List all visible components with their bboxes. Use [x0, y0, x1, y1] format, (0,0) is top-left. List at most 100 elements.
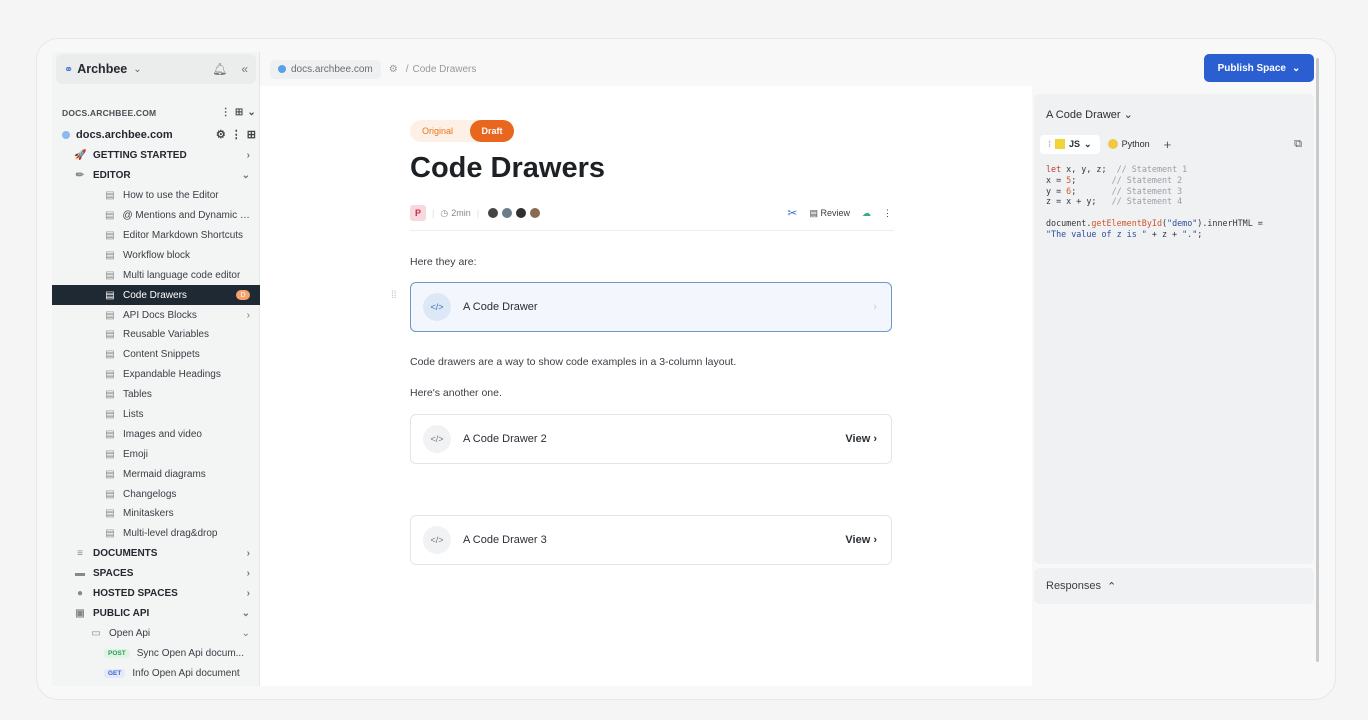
sidebar-item-label: Emoji: [123, 448, 149, 460]
drawer-title: A Code Drawer 3: [463, 534, 547, 546]
workspace-switcher[interactable]: ⚭ Archbee ⌄ 🔔︎ «: [56, 54, 256, 84]
add-icon[interactable]: ⊞: [247, 128, 256, 141]
sidebar-item-label: Workflow block: [123, 249, 191, 261]
sidebar-item[interactable]: ▤ API Docs Blocks ›: [52, 305, 260, 325]
avatar: [515, 207, 528, 219]
sidebar-item[interactable]: ▬ SPACES ›: [52, 564, 260, 584]
scrollbar[interactable]: [1316, 58, 1319, 662]
add-tab-icon[interactable]: +: [1164, 137, 1172, 152]
sidebar-item[interactable]: ▤ Reusable Variables: [52, 325, 260, 345]
sidebar-item-label: Lists: [123, 409, 144, 421]
sidebar-item[interactable]: ▤ Multi-level drag&drop: [52, 524, 260, 544]
sidebar-item[interactable]: ▭ Open Api ⌄: [52, 623, 260, 643]
sidebar-item[interactable]: ▤ Content Snippets: [52, 345, 260, 365]
tab-js[interactable]: ⁞ JS ⌄: [1040, 134, 1100, 154]
drag-handle-icon[interactable]: ⁞⁞: [391, 290, 397, 301]
sidebar-item[interactable]: ▣ PUBLIC API ⌄: [52, 603, 260, 623]
workspace-header: DOCS.ARCHBEE.COM ⋮ ⊞ ⌄: [62, 107, 256, 118]
page-icon: ▤: [105, 389, 115, 401]
review-button[interactable]: ▤ Review: [809, 208, 850, 219]
section-icon: ▭: [91, 627, 101, 639]
gear-icon[interactable]: ⚙: [389, 64, 398, 75]
page-icon: ▤: [105, 428, 115, 440]
intro-text[interactable]: Here they are:: [410, 256, 477, 268]
sidebar-item[interactable]: ▤ How to use the Editor: [52, 186, 260, 206]
sidebar-item[interactable]: ▤ Emoji: [52, 444, 260, 464]
collapse-sidebar-icon[interactable]: «: [241, 62, 248, 76]
sidebar-item[interactable]: 🚀 GETTING STARTED ›: [52, 146, 260, 166]
chevron-right-icon[interactable]: ›: [247, 548, 250, 559]
code-drawer-3[interactable]: </> A Code Drawer 3 View ›: [410, 515, 892, 565]
section-icon: ✏: [75, 170, 85, 182]
publish-space-button[interactable]: Publish Space ⌄: [1204, 54, 1314, 82]
section-icon: 🚀: [74, 150, 87, 162]
chevron-down-icon[interactable]: ⌄: [242, 628, 250, 639]
chevron-down-icon[interactable]: ⌄: [242, 608, 250, 619]
sidebar-item[interactable]: ▤ Images and video: [52, 424, 260, 444]
more-icon[interactable]: ⋮: [231, 128, 242, 141]
site-breadcrumb[interactable]: docs.archbee.com: [270, 59, 381, 79]
code-panel: A Code Drawer ⌄ ⁞ JS ⌄ Python + ⧉ let x,…: [1034, 94, 1314, 564]
sidebar-item[interactable]: ▤ @ Mentions and Dynamic Li...: [52, 206, 260, 226]
sidebar-item[interactable]: ▤ Minitaskers: [52, 504, 260, 524]
magic-tools-icon[interactable]: ✂: [787, 206, 797, 220]
sidebar-item-label: EDITOR: [93, 170, 131, 182]
sidebar: ⚭ Archbee ⌄ 🔔︎ « DOCS.ARCHBEE.COM ⋮ ⊞ ⌄ …: [52, 52, 260, 686]
tab-python[interactable]: Python: [1100, 135, 1158, 153]
bell-icon[interactable]: 🔔︎: [212, 62, 227, 76]
chevron-right-icon[interactable]: ›: [247, 568, 250, 579]
status-toggle[interactable]: Original Draft: [410, 120, 514, 142]
site-dot-icon: [62, 130, 70, 139]
code-panel-title[interactable]: A Code Drawer ⌄: [1046, 108, 1133, 121]
status-draft[interactable]: Draft: [470, 120, 514, 142]
view-button[interactable]: View ›: [845, 534, 877, 546]
contributors[interactable]: [487, 207, 542, 219]
view-button[interactable]: View ›: [845, 433, 877, 445]
gear-icon[interactable]: ⚙: [216, 128, 226, 141]
sidebar-item[interactable]: ▤ Mermaid diagrams: [52, 464, 260, 484]
sidebar-item-label: GETTING STARTED: [93, 150, 187, 162]
chevron-right-icon[interactable]: ›: [247, 310, 250, 321]
drawer-title: A Code Drawer: [463, 301, 538, 313]
status-original[interactable]: Original: [410, 126, 453, 136]
chevron-right-icon[interactable]: ›: [247, 150, 250, 161]
paragraph[interactable]: Code drawers are a way to show code exam…: [410, 356, 736, 368]
code-block[interactable]: let x, y, z; // Statement 1 x = 5; // St…: [1046, 164, 1263, 240]
sidebar-item[interactable]: ▤ Lists: [52, 405, 260, 425]
sidebar-item[interactable]: ✏ EDITOR ⌄: [52, 166, 260, 186]
sidebar-item[interactable]: POST Sync Open Api docum...: [52, 643, 260, 663]
page-icon: ▤: [105, 309, 115, 321]
copy-icon[interactable]: ⧉: [1294, 138, 1302, 151]
sidebar-item[interactable]: ▤ Code Drawers D: [52, 285, 260, 306]
sidebar-item-label: PUBLIC API: [93, 607, 150, 619]
chevron-down-icon[interactable]: ⌄: [247, 107, 256, 118]
sidebar-item[interactable]: ▤ Tables: [52, 385, 260, 405]
site-row[interactable]: docs.archbee.com ⚙ ⋮ ⊞: [62, 128, 256, 141]
page-title[interactable]: Code Drawers: [410, 152, 605, 185]
add-icon[interactable]: ⊞: [235, 107, 244, 118]
sidebar-item[interactable]: ≡ DOCUMENTS ›: [52, 544, 260, 564]
sidebar-item[interactable]: ▤ Changelogs: [52, 484, 260, 504]
sidebar-item[interactable]: ● HOSTED SPACES ›: [52, 584, 260, 604]
page-icon: ▤: [105, 269, 115, 281]
more-icon[interactable]: ⋮: [221, 107, 231, 118]
sidebar-item[interactable]: GET Info Open Api document: [52, 663, 260, 683]
sidebar-item-label: Images and video: [123, 428, 202, 440]
more-icon[interactable]: ⋮: [883, 208, 892, 219]
chevron-right-icon[interactable]: ›: [247, 588, 250, 599]
code-drawer-2[interactable]: </> A Code Drawer 2 View ›: [410, 414, 892, 464]
sidebar-item[interactable]: ▤ Multi language code editor: [52, 265, 260, 285]
sidebar-item[interactable]: ▤ Workflow block: [52, 245, 260, 265]
chevron-down-icon[interactable]: ⌄: [242, 170, 250, 181]
avatar: [529, 207, 542, 219]
sidebar-item[interactable]: ▤ Expandable Headings: [52, 365, 260, 385]
code-drawer-1[interactable]: </> A Code Drawer ›: [410, 282, 892, 332]
site-breadcrumb-label: docs.archbee.com: [291, 63, 373, 75]
responses-toggle[interactable]: Responses ⌃: [1034, 568, 1314, 604]
page-icon: ▤: [105, 508, 115, 520]
page-icon: ▤: [105, 409, 115, 421]
paragraph[interactable]: Here's another one.: [410, 387, 502, 399]
sidebar-item-label: Content Snippets: [123, 349, 200, 361]
tab-label: JS: [1069, 139, 1081, 149]
sidebar-item[interactable]: ▤ Editor Markdown Shortcuts: [52, 226, 260, 246]
